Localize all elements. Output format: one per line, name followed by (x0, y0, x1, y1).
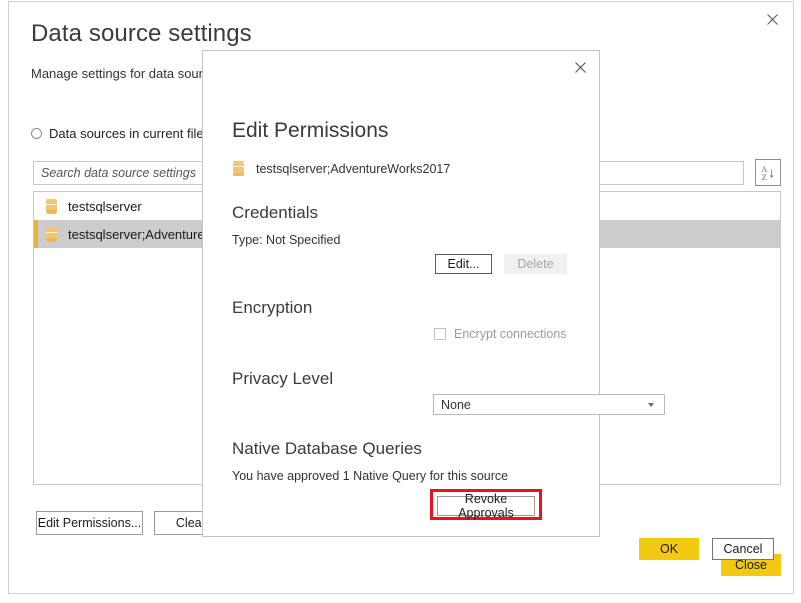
sort-az-icon: A Z (761, 164, 767, 182)
privacy-level-value: None (441, 397, 471, 412)
page-title: Data source settings (31, 20, 252, 47)
dialog-title: Edit Permissions (232, 119, 389, 142)
credentials-type-label: Type: Not Specified (232, 233, 341, 247)
sort-az-button[interactable]: A Z ↓ (755, 159, 781, 186)
native-database-queries-heading: Native Database Queries (232, 439, 422, 458)
chevron-down-icon (648, 402, 654, 407)
radio-data-sources-in-current-file[interactable]: Data sources in current file (31, 126, 204, 141)
credentials-delete-button: Delete (504, 254, 567, 274)
edit-permissions-dialog: Edit Permissions testsqlserver;Adventure… (202, 50, 774, 560)
list-item-label: testsqlserver;Adventure (68, 226, 205, 242)
edit-permissions-button[interactable]: Edit Permissions... (36, 511, 143, 535)
cancel-button[interactable]: Cancel (712, 538, 774, 560)
credentials-heading: Credentials (232, 203, 318, 222)
native-queries-description: You have approved 1 Native Query for thi… (232, 469, 509, 483)
revoke-approvals-button[interactable]: Revoke Approvals (437, 492, 535, 520)
data-source-name: testsqlserver;AdventureWorks2017 (256, 161, 451, 176)
database-icon (46, 198, 57, 214)
ok-button[interactable]: OK (639, 538, 699, 560)
sort-arrow-down-icon: ↓ (768, 165, 775, 180)
encrypt-connections-label: Encrypt connections (454, 327, 567, 341)
privacy-level-heading: Privacy Level (232, 369, 334, 388)
privacy-level-dropdown[interactable]: None (433, 394, 665, 415)
close-icon[interactable] (566, 54, 594, 80)
encryption-heading: Encryption (232, 298, 313, 317)
list-item-label: testsqlserver (68, 198, 142, 214)
radio-indicator-icon (31, 128, 42, 139)
page-subtitle: Manage settings for data sour (31, 66, 203, 81)
credentials-edit-button[interactable]: Edit... (435, 254, 492, 274)
database-icon (46, 226, 57, 242)
data-source-name-row: testsqlserver;AdventureWorks2017 (233, 161, 450, 176)
encrypt-connections-checkbox: Encrypt connections (434, 327, 567, 341)
sort-letter-z: Z (761, 171, 767, 182)
screen: Data source settings Manage settings for… (0, 0, 801, 603)
checkbox-unchecked-icon (434, 328, 446, 340)
radio-label: Data sources in current file (49, 126, 204, 141)
close-icon[interactable] (757, 5, 787, 33)
database-icon (233, 161, 244, 176)
